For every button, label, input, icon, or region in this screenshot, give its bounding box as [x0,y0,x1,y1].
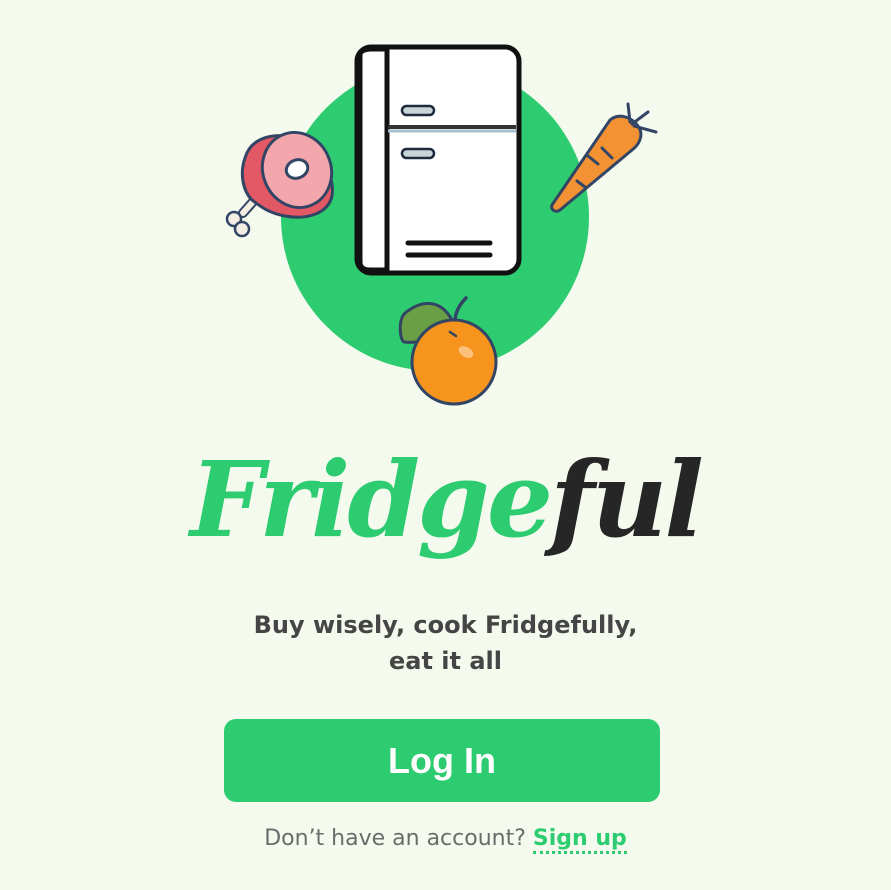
tagline-line-1: Buy wisely, cook Fridgefully, [253,611,638,639]
hero-illustration [0,0,891,420]
app-logo: Fridgeful [0,425,891,575]
signup-prompt-row: Don’t have an account? Sign up [0,822,891,856]
hero-svg [225,44,658,406]
logo-text-ful: ful [550,438,704,561]
login-button[interactable]: Log In [224,719,660,802]
signup-link[interactable]: Sign up [532,826,627,854]
logo-text-fridge: Fridge [190,438,553,561]
refrigerator-icon [354,44,522,276]
signup-prompt-text: Don’t have an account? [264,826,526,851]
tagline-line-2: eat it all [388,647,502,675]
tagline: Buy wisely, cook Fridgefully, eat it all [0,607,891,679]
